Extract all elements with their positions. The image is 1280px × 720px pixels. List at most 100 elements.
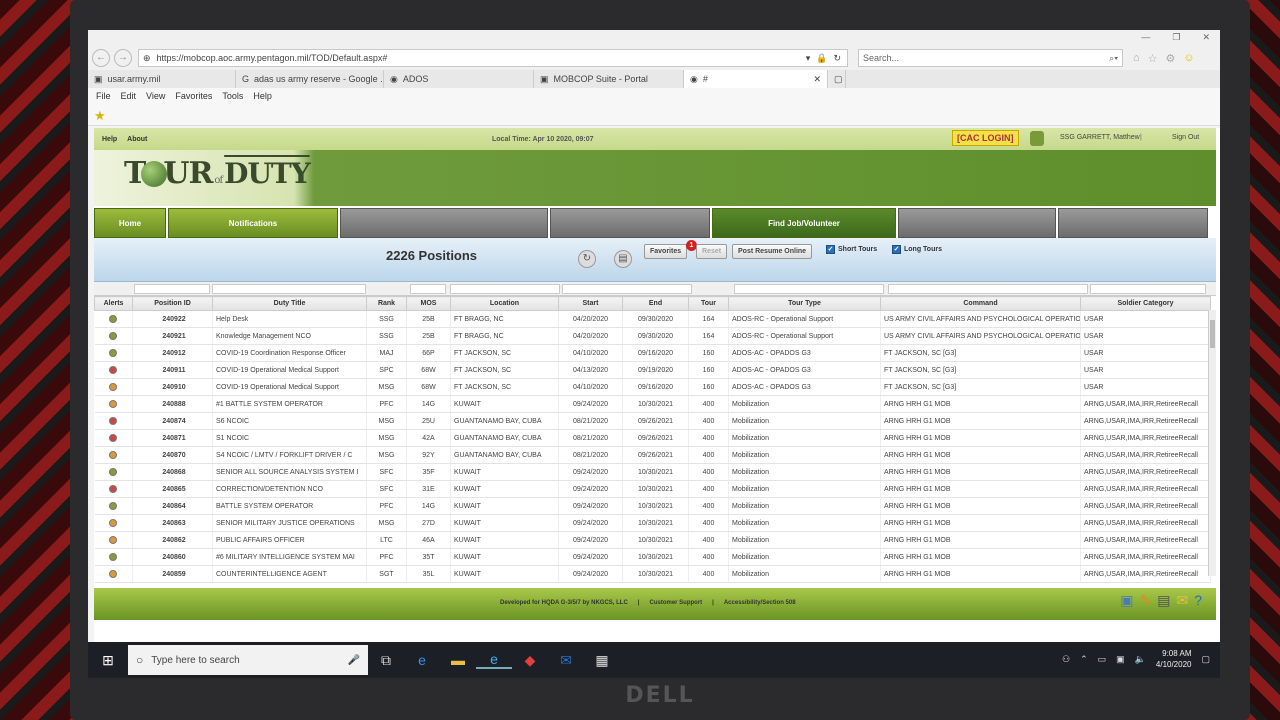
back-button-icon[interactable]: ←	[92, 49, 110, 67]
browser-search-input[interactable]: Search... ⌕▾	[858, 49, 1123, 67]
nav-item-blank[interactable]	[898, 208, 1056, 238]
taskbar-search-input[interactable]: ○ Type here to search 🎤	[128, 645, 368, 675]
nav-find-job[interactable]: Find Job/Volunteer	[712, 208, 896, 238]
duty-title[interactable]: S6 NCOIC	[212, 412, 367, 430]
favorites-star-icon[interactable]: ☆	[1148, 52, 1158, 65]
table-row[interactable]: 240864 BATTLE SYSTEM OPERATOR PFC 14G KUWAIT…	[94, 497, 1211, 515]
filter-position-id[interactable]	[134, 284, 210, 294]
col-start[interactable]: Start	[558, 296, 623, 311]
settings-gear-icon[interactable]: ⚙	[1166, 52, 1176, 65]
alert-status-icon[interactable]	[109, 502, 118, 510]
menu-view[interactable]: View	[146, 91, 165, 101]
filter-tour-type[interactable]	[734, 284, 884, 294]
alert-icon[interactable]	[94, 429, 133, 447]
menu-help[interactable]: Help	[253, 91, 272, 101]
table-row[interactable]: 240874 S6 NCOIC MSG 25U GUANTANAMO BAY, CUBA…	[94, 412, 1211, 430]
post-resume-button[interactable]: Post Resume Online	[732, 244, 813, 259]
table-row[interactable]: 240863 SENIOR MILITARY JUSTICE OPERATIONS…	[94, 514, 1211, 532]
filter-mos[interactable]	[410, 284, 446, 294]
alert-icon[interactable]	[94, 463, 133, 481]
table-row[interactable]: 240865 CORRECTION/DETENTION NCO SFC 31E KUWA…	[94, 480, 1211, 498]
alert-icon[interactable]	[94, 395, 133, 413]
duty-title[interactable]: #6 MILITARY INTELLIGENCE SYSTEM MAI	[212, 548, 367, 566]
long-tours-checkbox[interactable]: ✓ Long Tours	[892, 245, 942, 254]
home-icon[interactable]: ⌂	[1133, 52, 1140, 65]
col-command[interactable]: Command	[880, 296, 1081, 311]
filter-duty-title[interactable]	[212, 284, 366, 294]
edge-icon[interactable]: e	[404, 652, 440, 668]
refresh-icon[interactable]: ↻	[833, 53, 841, 64]
table-row[interactable]: 240871 S1 NCOIC MSG 42A GUANTANAMO BAY, CUBA…	[94, 429, 1211, 447]
chevron-up-icon[interactable]: ⌃	[1080, 654, 1088, 665]
duty-title[interactable]: S1 NCOIC	[212, 429, 367, 447]
table-row[interactable]: 240912 COVID-19 Coordination Response Off…	[94, 344, 1211, 362]
col-tour[interactable]: Tour	[688, 296, 729, 311]
smiley-icon[interactable]: ☺	[1183, 52, 1194, 65]
table-row[interactable]: 240922 Help Desk SSG 25B FT BRAGG, NC 04/20/2…	[94, 310, 1211, 328]
col-location[interactable]: Location	[450, 296, 559, 311]
menu-tools[interactable]: Tools	[222, 91, 243, 101]
alert-icon[interactable]	[94, 497, 133, 515]
col-tour-type[interactable]: Tour Type	[728, 296, 881, 311]
volume-icon[interactable]: 🔈	[1135, 654, 1146, 665]
duty-title[interactable]: COUNTERINTELLIGENCE AGENT	[212, 565, 367, 583]
alert-icon[interactable]	[94, 531, 133, 549]
alert-status-icon[interactable]	[109, 383, 118, 391]
app-icon[interactable]: ◆	[512, 652, 548, 669]
table-row[interactable]: 240860 #6 MILITARY INTELLIGENCE SYSTEM MA…	[94, 548, 1211, 566]
close-icon[interactable]: ✕	[1202, 32, 1210, 43]
browser-tab[interactable]: Gadas us army reserve - Google ...	[236, 70, 384, 88]
table-row[interactable]: 240870 S4 NCOIC / LMTV / FORKLIFT DRIVER …	[94, 446, 1211, 464]
duty-title[interactable]: SENIOR MILITARY JUSTICE OPERATIONS	[212, 514, 367, 532]
alert-status-icon[interactable]	[109, 400, 118, 408]
scrollbar-thumb[interactable]	[1210, 320, 1215, 348]
customer-support-link[interactable]: Customer Support	[649, 600, 702, 606]
forward-button-icon[interactable]: →	[114, 49, 132, 67]
accessibility-link[interactable]: Accessibility/Section 508	[724, 600, 796, 606]
table-row[interactable]: 240859 COUNTERINTELLIGENCE AGENT SGT 35L KUW…	[94, 565, 1211, 583]
envelope-icon[interactable]: ✉	[1176, 592, 1188, 609]
browser-tab[interactable]: ▣ MOBCOP Suite - Portal	[534, 70, 684, 88]
battery-icon[interactable]: ▭	[1098, 654, 1107, 665]
help-circle-icon[interactable]: ?	[1194, 592, 1202, 609]
nav-home[interactable]: Home	[94, 208, 166, 238]
browser-tab-active[interactable]: ◉ # ✕	[684, 70, 828, 88]
duty-title[interactable]: #1 BATTLE SYSTEM OPERATOR	[212, 395, 367, 413]
close-tab-icon[interactable]: ✕	[813, 74, 821, 85]
alert-icon[interactable]	[94, 565, 133, 583]
alert-status-icon[interactable]	[109, 519, 118, 527]
alert-status-icon[interactable]	[109, 536, 118, 544]
col-mos[interactable]: MOS	[406, 296, 451, 311]
favorites-button[interactable]: Favorites	[644, 244, 688, 259]
filter-command[interactable]	[888, 284, 1088, 294]
alert-icon[interactable]	[94, 361, 133, 379]
duty-title[interactable]: Help Desk	[212, 310, 367, 328]
duty-title[interactable]: BATTLE SYSTEM OPERATOR	[212, 497, 367, 515]
file-explorer-icon[interactable]: ▬	[440, 652, 476, 668]
filter-location[interactable]	[450, 284, 560, 294]
table-row[interactable]: 240862 PUBLIC AFFAIRS OFFICER LTC 46A KUWAIT…	[94, 531, 1211, 549]
filter-category[interactable]	[1090, 284, 1206, 294]
task-view-icon[interactable]: ⧉	[368, 652, 404, 669]
new-tab-button[interactable]: ▢	[828, 70, 846, 88]
duty-title[interactable]: SENIOR ALL SOURCE ANALYSIS SYSTEM I	[212, 463, 367, 481]
internet-explorer-icon[interactable]: e	[476, 651, 512, 669]
people-icon[interactable]: ⚇	[1062, 654, 1070, 665]
alert-icon[interactable]	[94, 310, 133, 328]
nav-item-blank[interactable]	[340, 208, 548, 238]
export-icon[interactable]: ▤	[614, 250, 632, 268]
col-end[interactable]: End	[622, 296, 689, 311]
network-icon[interactable]: ▣	[1116, 654, 1125, 665]
calculator-icon[interactable]: ▦	[584, 652, 620, 669]
nav-item-blank[interactable]	[550, 208, 710, 238]
outlook-icon[interactable]: ✉	[548, 652, 584, 669]
alert-icon[interactable]	[94, 514, 133, 532]
col-alerts[interactable]: Alerts	[94, 296, 133, 311]
cac-login-button[interactable]: [CAC LOGIN]	[952, 130, 1019, 146]
browser-tab[interactable]: ▣ usar.army.mil	[88, 70, 236, 88]
alert-status-icon[interactable]	[109, 417, 118, 425]
pencil-icon[interactable]: ✎	[1140, 592, 1152, 609]
alert-status-icon[interactable]	[109, 570, 118, 578]
nav-notifications[interactable]: Notifications	[168, 208, 338, 238]
menu-edit[interactable]: Edit	[121, 91, 137, 101]
